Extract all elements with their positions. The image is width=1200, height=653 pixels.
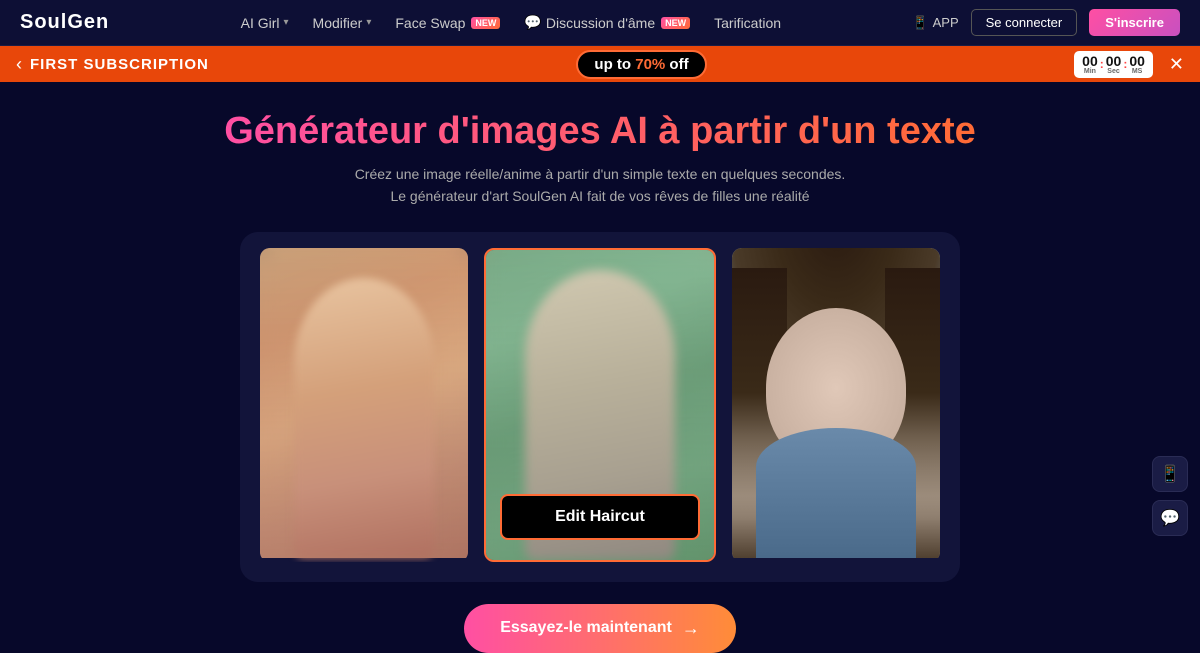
smartphone-icon: 📱 <box>912 15 928 31</box>
countdown-seconds-block: 00 MS <box>1129 54 1145 75</box>
countdown-ms-label: MS <box>1132 68 1143 75</box>
app-button[interactable]: 📱 APP <box>912 15 958 31</box>
countdown-minutes-block: 00 Sec <box>1106 54 1122 75</box>
face-body <box>756 428 916 558</box>
nav-label-face-swap: Face Swap <box>395 15 465 31</box>
promo-banner: ‹ FIRST SUBSCRIPTION up to 70% off 00 Mi… <box>0 46 1200 82</box>
try-button[interactable]: Essayez-le maintenant → <box>464 604 736 653</box>
try-button-label: Essayez-le maintenant <box>500 619 672 637</box>
main-content: Générateur d'images AI à partir d'un tex… <box>0 82 1200 653</box>
promo-title: FIRST SUBSCRIPTION <box>30 56 209 73</box>
navbar: SoulGen AI Girl ▾ Modifier ▾ Face Swap N… <box>0 0 1200 46</box>
new-badge-discussion: NEW <box>661 17 690 29</box>
nav-item-ai-girl[interactable]: AI Girl ▾ <box>241 15 289 31</box>
carousel-card-right <box>732 248 940 562</box>
nav-label-ai-girl: AI Girl <box>241 15 280 31</box>
nav-right: 📱 APP Se connecter S'inscrire <box>912 9 1180 36</box>
hero-subtitle-line2: Le générateur d'art SoulGen AI fait de v… <box>355 185 846 207</box>
prev-arrow-icon[interactable]: ‹ <box>16 54 22 75</box>
nav-item-tarification[interactable]: Tarification <box>714 15 781 31</box>
promo-offer: up to 70% off <box>576 50 706 79</box>
promo-center: up to 70% off <box>576 50 706 79</box>
photo-left <box>260 248 468 558</box>
countdown-hours-block: 00 Min <box>1082 54 1098 75</box>
signup-button[interactable]: S'inscrire <box>1089 9 1180 36</box>
edit-button-wrap: Edit Haircut <box>500 494 700 540</box>
smartphone-icon: 📱 <box>1160 464 1180 484</box>
countdown-hours: 00 <box>1082 54 1098 68</box>
brand-logo: SoulGen <box>20 11 109 34</box>
countdown-seconds: 00 <box>1129 54 1145 68</box>
hero-title: Générateur d'images AI à partir d'un tex… <box>224 110 976 153</box>
nav-item-face-swap[interactable]: Face Swap NEW <box>395 15 500 31</box>
chevron-down-icon: ▾ <box>284 17 289 28</box>
side-chat-button[interactable]: 💬 <box>1152 500 1188 536</box>
countdown-separator2: : <box>1123 57 1127 71</box>
chat-icon: 💬 <box>1160 508 1180 528</box>
arrow-icon: → <box>682 618 700 639</box>
promo-offer-prefix: up to <box>594 56 635 73</box>
promo-offer-highlight: 70% <box>635 56 665 73</box>
new-badge: NEW <box>471 17 500 29</box>
app-label: APP <box>933 15 959 30</box>
figure-left <box>294 278 434 558</box>
carousel-card-center[interactable]: Edit Haircut <box>484 248 717 562</box>
chat-icon: 💬 <box>524 14 541 31</box>
nav-label-discussion: Discussion d'âme <box>546 15 655 31</box>
try-button-wrap: Essayez-le maintenant → <box>464 604 736 653</box>
nav-item-discussion[interactable]: 💬 Discussion d'âme NEW <box>524 14 690 31</box>
hero-subtitle-line1: Créez une image réelle/anime à partir d'… <box>355 163 846 185</box>
countdown-separator: : <box>1100 57 1104 71</box>
side-floating-buttons: 📱 💬 <box>1152 456 1188 536</box>
countdown-minutes: 00 <box>1106 54 1122 68</box>
carousel-wrapper: Edit Haircut <box>240 232 960 582</box>
countdown-timer: 00 Min : 00 Sec : 00 MS <box>1074 51 1153 78</box>
chevron-down-icon: ▾ <box>366 17 371 28</box>
promo-offer-suffix: off <box>665 56 688 73</box>
promo-left: ‹ FIRST SUBSCRIPTION <box>16 54 209 75</box>
login-button[interactable]: Se connecter <box>971 9 1078 36</box>
hero-subtitle: Créez une image réelle/anime à partir d'… <box>355 163 846 208</box>
nav-item-modifier[interactable]: Modifier ▾ <box>313 15 372 31</box>
countdown-min-label: Min <box>1084 68 1096 75</box>
promo-right: 00 Min : 00 Sec : 00 MS ✕ <box>1074 51 1184 78</box>
countdown-sec-label: Sec <box>1107 68 1119 75</box>
nav-label-tarification: Tarification <box>714 15 781 31</box>
photo-right <box>732 248 940 558</box>
edit-haircut-button[interactable]: Edit Haircut <box>500 494 700 540</box>
nav-links: AI Girl ▾ Modifier ▾ Face Swap NEW 💬 Dis… <box>241 14 781 31</box>
side-app-button[interactable]: 📱 <box>1152 456 1188 492</box>
nav-label-modifier: Modifier <box>313 15 363 31</box>
close-icon[interactable]: ✕ <box>1169 54 1184 75</box>
carousel-card-left <box>260 248 468 562</box>
